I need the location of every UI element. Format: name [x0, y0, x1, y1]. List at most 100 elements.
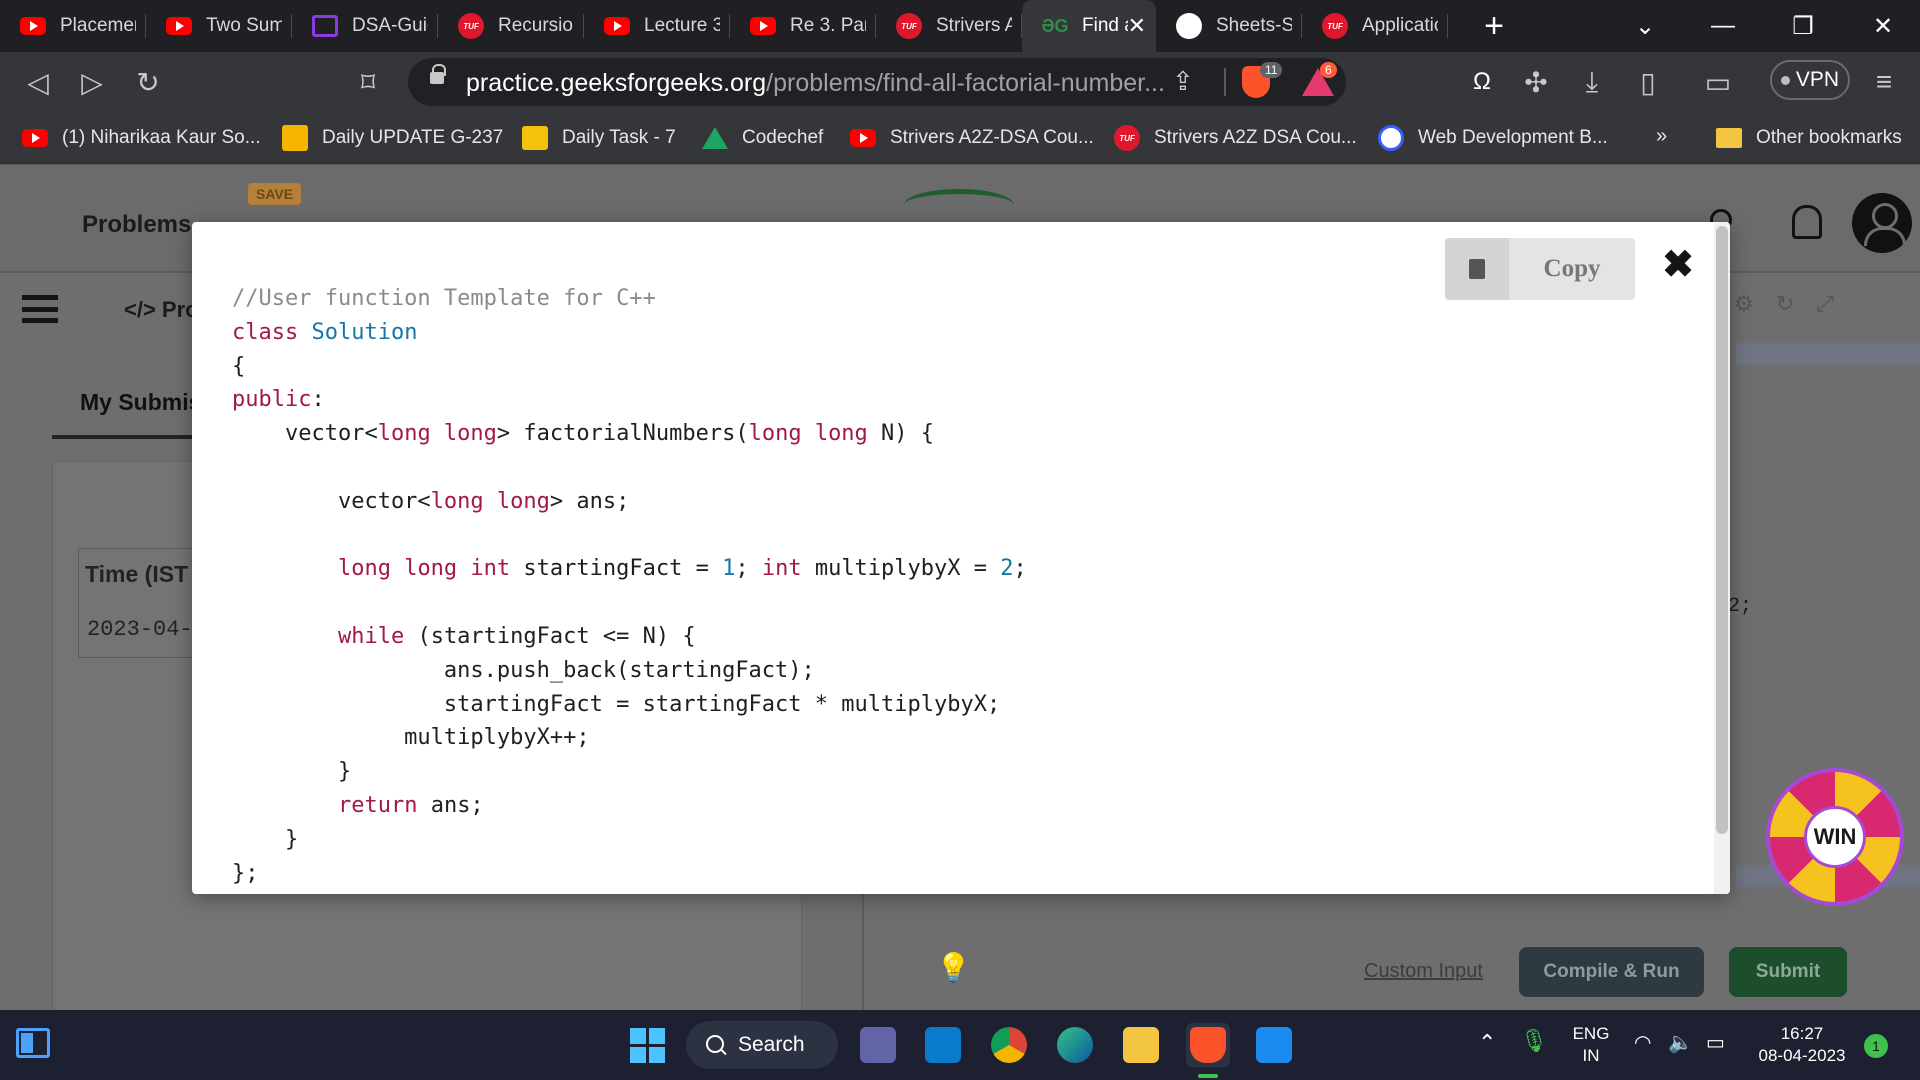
bookmark-item[interactable]: TUF Strivers A2Z DSA Cou... [1114, 125, 1357, 151]
win-wheel-widget[interactable]: WIN [1766, 768, 1904, 906]
avatar[interactable] [1852, 193, 1912, 253]
browser-tab[interactable]: Placement [0, 0, 146, 52]
hamburger-menu-icon[interactable] [22, 295, 58, 323]
notification-bell-icon[interactable] [1792, 205, 1822, 239]
copy-button[interactable]: Copy [1445, 238, 1635, 300]
download-icon[interactable]: ⤓ [1570, 60, 1614, 104]
browser-tab[interactable]: Two Sum [146, 0, 292, 52]
start-button[interactable] [625, 1023, 669, 1067]
modal-scrollbar[interactable] [1714, 222, 1730, 894]
save-badge: SAVE [248, 183, 302, 205]
lightbulb-icon[interactable]: 💡 [936, 951, 971, 984]
mail-icon[interactable] [1252, 1023, 1296, 1067]
gfg-logo-icon[interactable] [904, 189, 1014, 221]
omega-extension-icon[interactable]: Ω [1460, 60, 1504, 104]
nav-problems[interactable]: Problems [82, 211, 191, 239]
vscode-icon[interactable] [921, 1023, 965, 1067]
scroll-thumb[interactable] [1716, 226, 1728, 834]
close-window-button[interactable]: ✕ [1848, 0, 1918, 52]
sidebar-icon[interactable]: ▯ [1626, 60, 1670, 104]
bookmark-icon[interactable]: ⌑ [346, 60, 390, 104]
widgets-icon[interactable] [16, 1028, 50, 1058]
new-tab-button[interactable]: + [1474, 7, 1514, 46]
share-icon[interactable]: ⇪ [1172, 66, 1194, 97]
windows-logo-icon [629, 1027, 665, 1063]
bookmark-item[interactable]: Codechef [702, 125, 823, 151]
forward-icon[interactable]: ▷ [70, 60, 114, 104]
code-token: class [232, 319, 299, 345]
code-token: 1 [722, 556, 736, 582]
minimize-button[interactable]: — [1688, 0, 1758, 52]
submit-button[interactable]: Submit [1729, 947, 1847, 997]
folder-icon [1716, 125, 1742, 151]
volume-icon[interactable]: 🔈 [1668, 1032, 1693, 1054]
bookmark-item[interactable]: Strivers A2Z-DSA Cou... [850, 125, 1094, 151]
tab-problem[interactable]: </> Pro [124, 297, 199, 323]
tab-title: Sheets-Sc [1216, 15, 1292, 36]
address-bar[interactable]: practice.geeksforgeeks.org/problems/find… [408, 58, 1346, 106]
browser-tab[interactable]: Sheets-Sc [1156, 0, 1302, 52]
close-tab-icon[interactable]: ✕ [1128, 13, 1146, 39]
bookmark-label: Daily Task - 7 [562, 127, 676, 148]
search-label: Search [738, 1033, 805, 1056]
vpn-button[interactable]: VPN [1770, 60, 1850, 100]
notification-badge[interactable]: 1 [1864, 1034, 1888, 1058]
code-token: } [232, 759, 352, 785]
microphone-icon[interactable]: 🎙 [1520, 1030, 1548, 1052]
menu-icon[interactable]: ≡ [1862, 60, 1906, 104]
code-token: vector< [232, 488, 431, 514]
close-icon[interactable]: ✖ [1658, 244, 1698, 286]
file-explorer-icon[interactable] [1119, 1023, 1163, 1067]
code-line: vector<long long> factorialNumbers(long … [232, 417, 1027, 451]
brave-icon[interactable] [1186, 1023, 1230, 1067]
edge-icon[interactable] [1053, 1023, 1097, 1067]
code-token: int [761, 556, 802, 582]
bookmarks-overflow-button[interactable]: » [1656, 125, 1667, 148]
back-icon[interactable]: ◁ [16, 60, 60, 104]
other-bookmarks[interactable]: Other bookmarks [1716, 125, 1902, 151]
taskbar-search[interactable]: Search [686, 1021, 838, 1069]
clock[interactable]: 16:27 08-04-2023 [1752, 1023, 1852, 1067]
tab-search-icon[interactable]: ⌄ [1610, 0, 1680, 52]
custom-input-link[interactable]: Custom Input [1364, 960, 1483, 983]
wallet-icon[interactable]: ▭ [1696, 60, 1740, 104]
browser-tab[interactable]: TUF Applicatio [1302, 0, 1448, 52]
code-block[interactable]: //User function Template for C++ class So… [232, 282, 1027, 890]
browser-tab[interactable]: ƏG Find a✕ [1022, 0, 1156, 52]
compile-run-button[interactable]: Compile & Run [1519, 947, 1704, 997]
tab-my-submissions[interactable]: My Submis [80, 389, 201, 416]
browser-tab[interactable]: DSA-Guid [292, 0, 438, 52]
teams-icon[interactable] [856, 1023, 900, 1067]
code-token: } [232, 826, 299, 852]
code-token: startingFact = [510, 556, 723, 582]
bookmark-item[interactable]: Daily Task - 7 [522, 125, 676, 151]
browser-tab[interactable]: Lecture 3 [584, 0, 730, 52]
wifi-icon[interactable]: ◠ [1634, 1032, 1651, 1054]
browser-tab[interactable]: TUF Recursion [438, 0, 584, 52]
bookmark-label: Daily UPDATE G-237 [322, 127, 504, 148]
bookmark-item[interactable]: Web Development B... [1378, 125, 1608, 151]
youtube-icon [20, 13, 46, 39]
url-text[interactable]: practice.geeksforgeeks.org/problems/find… [466, 69, 1165, 98]
browser-toolbar: ◁ ▷ ↻ ⌑ practice.geeksforgeeks.org/probl… [0, 52, 1920, 112]
maximize-button[interactable]: ❐ [1768, 0, 1838, 52]
tab-title: Two Sum [206, 15, 282, 36]
browser-tab[interactable]: TUF Strivers A [876, 0, 1022, 52]
code-token: > ans; [549, 488, 630, 514]
bookmark-item[interactable]: (1) Niharikaa Kaur So... [22, 125, 261, 151]
reload-icon[interactable]: ↻ [126, 60, 170, 104]
browser-tab[interactable]: Re 3. Para [730, 0, 876, 52]
language-indicator[interactable]: ENG IN [1570, 1023, 1612, 1067]
battery-icon[interactable]: ▭ [1706, 1032, 1725, 1054]
chrome-icon[interactable] [987, 1023, 1031, 1067]
extensions-icon[interactable]: ✣ [1514, 60, 1558, 104]
code-token: //User function Template for C++ [232, 286, 656, 311]
bookmark-item[interactable]: Daily UPDATE G-237 [282, 125, 503, 151]
tab-title: Applicatio [1362, 15, 1438, 36]
code-line: } [232, 823, 1027, 857]
youtube-icon [604, 13, 630, 39]
tray-chevron-icon[interactable]: ⌃ [1478, 1032, 1496, 1054]
editor-settings-icons[interactable]: ⚙↻⤢ [1734, 291, 1856, 317]
